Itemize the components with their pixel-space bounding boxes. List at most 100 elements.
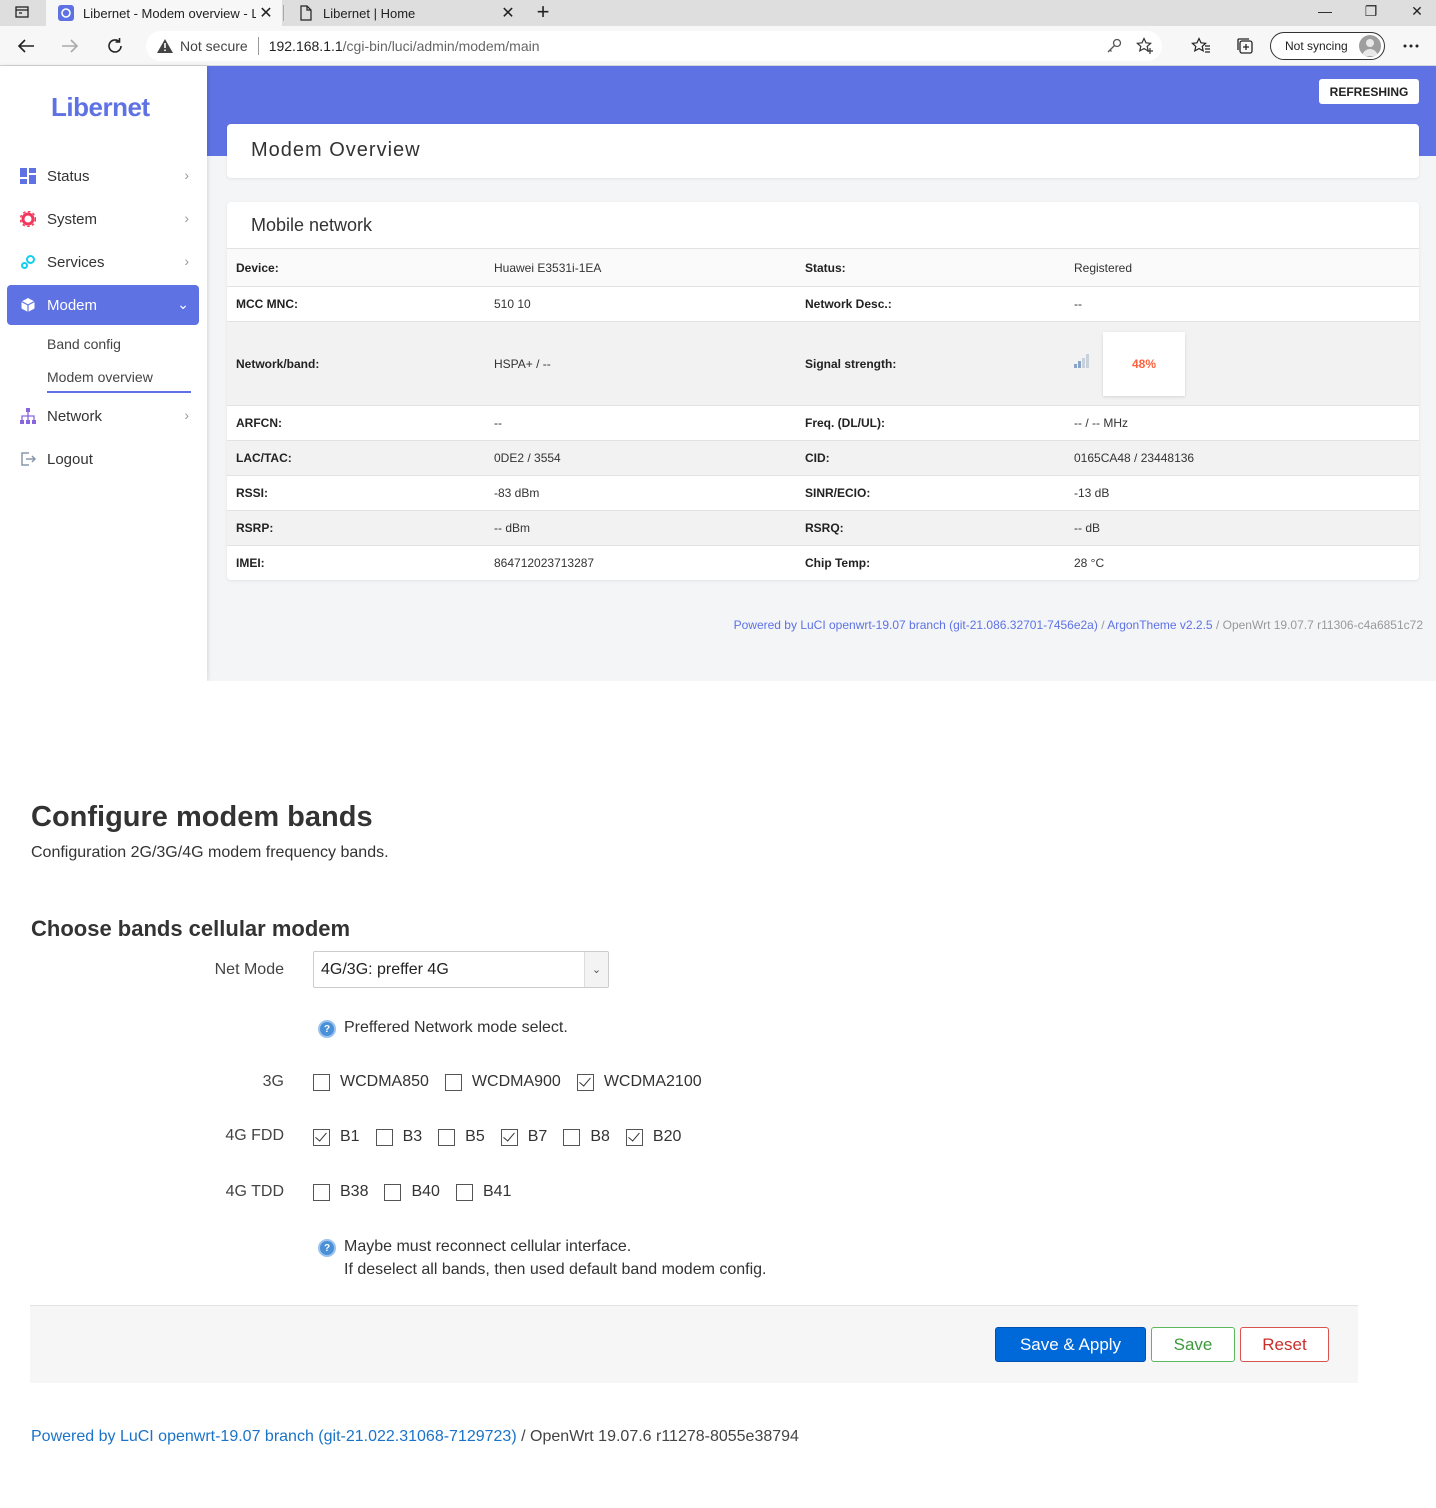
tab-actions-icon[interactable] — [14, 4, 30, 20]
close-tab-icon[interactable]: ✕ — [256, 3, 276, 23]
key-icon[interactable] — [1106, 38, 1122, 57]
save-apply-button[interactable]: Save & Apply — [995, 1327, 1146, 1362]
network-band-value: HSPA+ / -- — [485, 321, 796, 406]
save-button[interactable]: Save — [1151, 1327, 1235, 1362]
collections-icon[interactable] — [1233, 34, 1257, 58]
restore-icon[interactable]: ❐ — [1348, 0, 1394, 26]
checkbox-box[interactable] — [444, 1073, 462, 1091]
minimize-icon[interactable]: — — [1302, 0, 1348, 26]
cube-icon — [19, 296, 37, 314]
close-window-icon[interactable]: ✕ — [1394, 0, 1436, 26]
table-row: MCC MNC: 510 10 Network Desc.: -- — [227, 286, 1419, 322]
sidebar-item-status[interactable]: Status › — [7, 156, 199, 196]
footer-separator: / — [1212, 618, 1223, 632]
checkbox-b40[interactable]: B40 — [384, 1183, 440, 1201]
checkbox-box[interactable] — [384, 1183, 402, 1201]
sidebar-item-label: Logout — [47, 450, 93, 468]
net-mode-label: Net Mode — [214, 961, 284, 978]
checkbox-label: B8 — [590, 1128, 610, 1145]
rsrq-value: -- dB — [1065, 510, 1419, 546]
network-desc-label: Network Desc.: — [796, 286, 1065, 322]
add-favorite-icon[interactable] — [1136, 37, 1154, 58]
tab-title: Libernet - Modem overview - LuCI — [83, 5, 256, 21]
checkbox-b8[interactable]: B8 — [563, 1128, 610, 1146]
table-row: LAC/TAC: 0DE2 / 3554 CID: 0165CA48 / 234… — [227, 440, 1419, 476]
address-divider — [257, 37, 259, 55]
sidebar: Libernet Status › System › Services › Mo… — [0, 66, 207, 681]
signal-strength-value: 48% — [1103, 331, 1185, 396]
network-icon — [19, 407, 37, 425]
subnav-modem-overview[interactable]: Modem overview — [47, 369, 153, 385]
refreshing-button[interactable]: REFRESHING — [1319, 79, 1419, 104]
sidebar-item-modem[interactable]: Modem ⌄ — [7, 285, 199, 325]
sidebar-item-logout[interactable]: Logout — [7, 439, 199, 479]
checkbox-b38[interactable]: B38 — [313, 1183, 368, 1201]
page-icon — [298, 5, 314, 21]
services-icon — [19, 253, 37, 271]
url-text[interactable]: 192.168.1.1/cgi-bin/luci/admin/modem/mai… — [269, 38, 540, 54]
new-tab-icon[interactable]: + — [532, 0, 554, 26]
sync-label: Not syncing — [1285, 39, 1348, 53]
network-band-label: Network/band: — [227, 321, 485, 406]
imei-label: IMEI: — [227, 545, 485, 581]
close-tab-icon[interactable]: ✕ — [498, 3, 518, 23]
signal-bars-icon — [1074, 353, 1090, 371]
network-desc-value: -- — [1065, 286, 1419, 322]
checkbox-b20[interactable]: B20 — [625, 1128, 681, 1146]
checkbox-box-checked[interactable] — [500, 1128, 518, 1146]
table-row: Device: Huawei E3531i-1EA Status: Regist… — [227, 248, 1419, 287]
sidebar-item-services[interactable]: Services › — [7, 242, 199, 282]
net-mode-select[interactable]: 4G/3G: preffer 4G ⌄ — [313, 951, 609, 988]
checkbox-box-checked[interactable] — [576, 1073, 594, 1091]
checkbox-b7[interactable]: B7 — [500, 1128, 547, 1146]
warning-icon[interactable] — [156, 37, 174, 55]
reload-icon[interactable] — [103, 34, 127, 58]
net-mode-value: 4G/3G: preffer 4G — [321, 961, 449, 978]
lac-tac-value: 0DE2 / 3554 — [485, 440, 796, 476]
forward-icon[interactable] — [58, 34, 82, 58]
checkbox-box[interactable] — [438, 1128, 456, 1146]
subnav-band-config[interactable]: Band config — [47, 336, 121, 352]
luci-link[interactable]: Powered by LuCI openwrt-19.07 branch (gi… — [734, 618, 1098, 632]
modem-overview-page: REFRESHING Libernet Status › System › Se… — [0, 66, 1436, 681]
more-options-icon[interactable] — [1399, 34, 1423, 58]
band-group-4g-fdd-label: 4G FDD — [225, 1127, 284, 1144]
back-icon[interactable] — [14, 34, 38, 58]
table-row: Network/band: HSPA+ / -- Signal strength… — [227, 321, 1419, 406]
checkbox-wcdma850[interactable]: WCDMA850 — [313, 1073, 429, 1091]
checkbox-b5[interactable]: B5 — [438, 1128, 485, 1146]
sidebar-item-system[interactable]: System › — [7, 199, 199, 239]
page-description: Configuration 2G/3G/4G modem frequency b… — [31, 844, 389, 861]
checkbox-box[interactable] — [455, 1183, 473, 1201]
checkbox-wcdma900[interactable]: WCDMA900 — [444, 1073, 561, 1091]
rssi-value: -83 dBm — [485, 475, 796, 511]
argon-theme-link[interactable]: ArgonTheme v2.2.5 — [1107, 618, 1212, 632]
profile-sync-button[interactable]: Not syncing — [1270, 32, 1385, 60]
imei-value: 864712023713287 — [485, 545, 796, 581]
reset-button[interactable]: Reset — [1240, 1327, 1329, 1362]
chevron-right-icon: › — [184, 253, 189, 269]
checkbox-box[interactable] — [375, 1128, 393, 1146]
tab-libernet-modem-overview[interactable]: Libernet - Modem overview - LuCI ✕ — [46, 0, 282, 26]
security-status[interactable]: Not secure — [180, 38, 248, 54]
checkbox-box-checked[interactable] — [313, 1128, 330, 1146]
checkbox-box-checked[interactable] — [625, 1128, 643, 1146]
lac-tac-label: LAC/TAC: — [227, 440, 485, 476]
checkbox-wcdma2100[interactable]: WCDMA2100 — [576, 1073, 702, 1091]
sidebar-item-label: Network — [47, 407, 103, 425]
sidebar-item-network[interactable]: Network › — [7, 396, 199, 436]
checkbox-box[interactable] — [313, 1183, 330, 1201]
gear-icon — [19, 210, 37, 228]
tab-libernet-home[interactable]: Libernet | Home ✕ — [286, 0, 524, 26]
checkbox-b3[interactable]: B3 — [375, 1128, 422, 1146]
checkbox-b41[interactable]: B41 — [455, 1183, 511, 1201]
checkbox-b1[interactable]: B1 — [313, 1128, 360, 1146]
checkbox-box[interactable] — [313, 1073, 330, 1091]
brand-logo[interactable]: Libernet — [51, 92, 150, 123]
luci-link[interactable]: Powered by LuCI openwrt-19.07 branch (gi… — [31, 1428, 517, 1445]
cid-label: CID: — [796, 440, 1065, 476]
favorites-icon[interactable] — [1189, 34, 1213, 58]
checkbox-box[interactable] — [563, 1128, 581, 1146]
address-bar[interactable]: Not secure 192.168.1.1/cgi-bin/luci/admi… — [146, 31, 1162, 61]
page-title: Modem Overview — [251, 139, 421, 161]
